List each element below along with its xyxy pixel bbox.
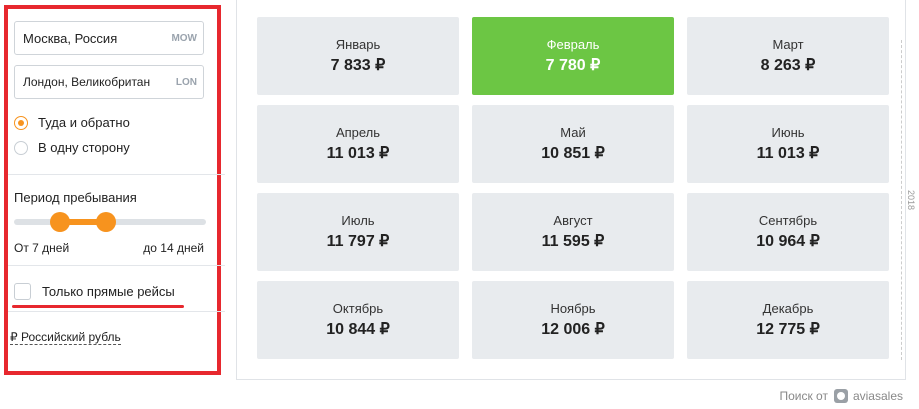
- month-tile[interactable]: Сентябрь 10 964 ₽: [687, 193, 889, 271]
- month-name: Июль: [341, 213, 375, 228]
- direct-only-option[interactable]: Только прямые рейсы: [14, 283, 175, 300]
- footer-prefix: Поиск от: [779, 389, 828, 403]
- month-price: 10 964 ₽: [756, 233, 820, 250]
- aviasales-logo-icon: [833, 389, 848, 403]
- month-price: 8 263 ₽: [760, 57, 816, 74]
- month-tile[interactable]: Декабрь 12 775 ₽: [687, 281, 889, 359]
- one-way-option[interactable]: В одну сторону: [14, 140, 130, 155]
- month-price: 10 844 ₽: [326, 321, 390, 338]
- one-way-label: В одну сторону: [38, 140, 130, 155]
- month-price: 11 013 ₽: [326, 145, 390, 162]
- origin-city: Москва, Россия: [23, 30, 118, 46]
- scroll-hint: [901, 40, 904, 360]
- month-name: Май: [560, 125, 586, 140]
- footer-brand[interactable]: aviasales: [853, 389, 903, 403]
- divider: [8, 174, 225, 175]
- month-name: Март: [772, 37, 804, 52]
- month-name: Июнь: [771, 125, 805, 140]
- month-name: Октябрь: [332, 301, 384, 316]
- month-prices-panel: Январь 7 833 ₽ Февраль 7 780 ₽ Март 8 263 ₽ Ап…: [236, 0, 906, 380]
- side-year-label: 2018: [906, 190, 916, 211]
- destination-field[interactable]: Лондон, Великобритан LON: [14, 65, 204, 99]
- month-tile[interactable]: Июнь 11 013 ₽: [687, 105, 889, 183]
- month-tile[interactable]: Январь 7 833 ₽: [257, 17, 459, 95]
- month-price: 10 851 ₽: [541, 145, 605, 162]
- highlight-underline: [12, 305, 184, 308]
- destination-city: Лондон, Великобритан: [23, 75, 151, 89]
- month-tile[interactable]: Ноябрь 12 006 ₽: [472, 281, 674, 359]
- direct-only-label: Только прямые рейсы: [42, 284, 175, 299]
- one-way-radio[interactable]: [14, 140, 28, 155]
- round-trip-option[interactable]: Туда и обратно: [14, 115, 130, 130]
- divider: [8, 265, 225, 266]
- destination-code: LON: [175, 76, 197, 88]
- stay-period-title: Период пребывания: [14, 190, 137, 205]
- stay-to-label: до 14 дней: [143, 241, 204, 255]
- month-price: 11 595 ₽: [541, 233, 605, 250]
- footer: Поиск от aviasales: [779, 389, 903, 403]
- widget: Москва, Россия MOW Лондон, Великобритан …: [0, 0, 919, 409]
- search-filters: Москва, Россия MOW Лондон, Великобритан …: [4, 5, 225, 375]
- divider: [8, 311, 225, 312]
- currency-selector[interactable]: ₽ Российский рубль: [10, 330, 121, 345]
- round-trip-radio[interactable]: [14, 115, 28, 130]
- round-trip-label: Туда и обратно: [38, 115, 130, 130]
- month-grid: Январь 7 833 ₽ Февраль 7 780 ₽ Март 8 263 ₽ Ап…: [257, 17, 889, 359]
- month-price: 11 797 ₽: [326, 233, 390, 250]
- month-price: 12 775 ₽: [756, 321, 820, 338]
- direct-only-checkbox[interactable]: [14, 283, 31, 300]
- month-price: 12 006 ₽: [541, 321, 605, 338]
- stay-max-handle[interactable]: [96, 212, 116, 232]
- month-tile[interactable]: Февраль 7 780 ₽: [472, 17, 674, 95]
- stay-min-handle[interactable]: [50, 212, 70, 232]
- month-name: Январь: [335, 37, 381, 52]
- month-price: 7 833 ₽: [330, 57, 386, 74]
- month-price: 7 780 ₽: [545, 57, 601, 74]
- origin-code: MOW: [171, 32, 197, 44]
- month-tile[interactable]: Август 11 595 ₽: [472, 193, 674, 271]
- month-name: Август: [553, 213, 593, 228]
- month-name: Сентябрь: [758, 213, 818, 228]
- month-tile[interactable]: Май 10 851 ₽: [472, 105, 674, 183]
- origin-field[interactable]: Москва, Россия MOW: [14, 21, 204, 55]
- month-name: Ноябрь: [550, 301, 596, 316]
- stay-from-label: От 7 дней: [14, 241, 70, 255]
- month-name: Декабрь: [762, 301, 814, 316]
- stay-slider-track[interactable]: [14, 212, 206, 232]
- month-tile[interactable]: Март 8 263 ₽: [687, 17, 889, 95]
- month-name: Апрель: [335, 125, 381, 140]
- month-tile[interactable]: Апрель 11 013 ₽: [257, 105, 459, 183]
- month-price: 11 013 ₽: [756, 145, 820, 162]
- month-tile[interactable]: Октябрь 10 844 ₽: [257, 281, 459, 359]
- month-name: Февраль: [546, 37, 600, 52]
- month-tile[interactable]: Июль 11 797 ₽: [257, 193, 459, 271]
